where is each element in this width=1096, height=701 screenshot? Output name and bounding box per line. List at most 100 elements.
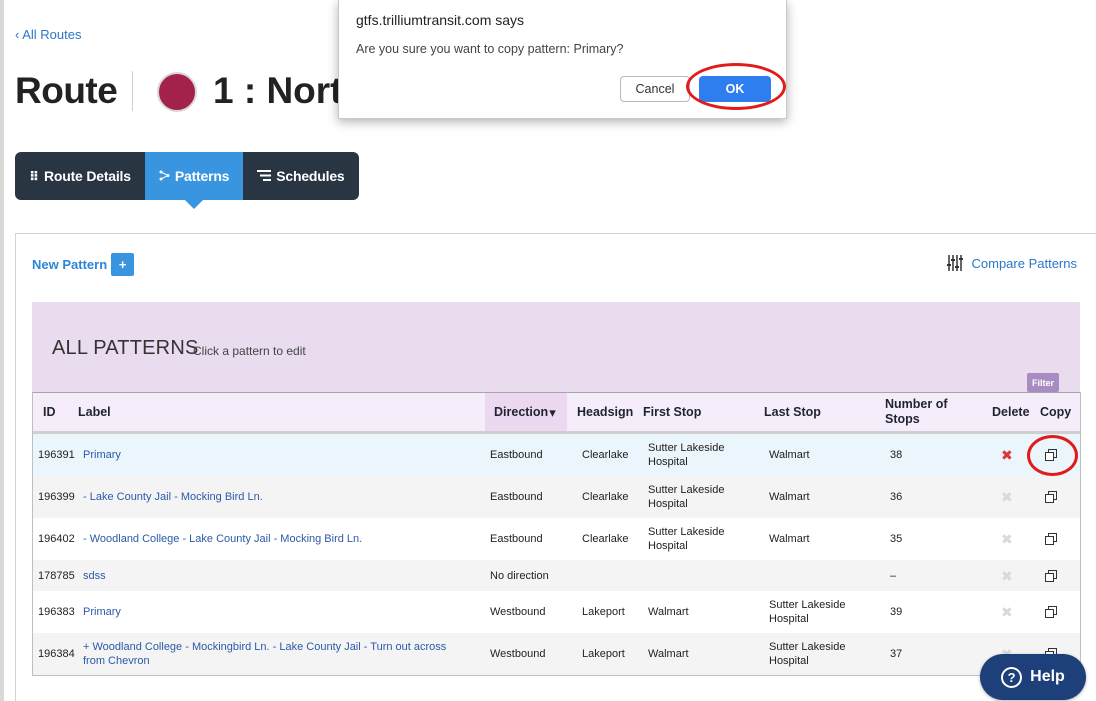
- dialog-title: gtfs.trilliumtransit.com says: [356, 12, 525, 28]
- pattern-first-stop: Sutter Lakeside Hospital: [648, 442, 725, 468]
- copy-button[interactable]: [1045, 591, 1057, 633]
- pattern-stop-count: 37: [890, 648, 903, 660]
- compare-patterns-button[interactable]: Compare Patterns: [946, 254, 1077, 272]
- pattern-last-stop: Walmart: [769, 491, 810, 503]
- copy-button[interactable]: [1045, 518, 1057, 560]
- column-header-last-stop[interactable]: Last Stop: [764, 393, 821, 431]
- pattern-stop-count: 35: [890, 533, 903, 545]
- title-divider: [132, 71, 133, 111]
- pattern-stop-count: 39: [890, 606, 903, 618]
- pattern-label-link[interactable]: Primary: [83, 591, 463, 633]
- all-patterns-subtitle: Click a pattern to edit: [193, 344, 306, 358]
- table-row[interactable]: 196384 + Woodland College - Mockingbird …: [33, 633, 1080, 675]
- cancel-button[interactable]: Cancel: [620, 76, 690, 102]
- schedule-icon: [257, 169, 272, 183]
- route-color-swatch: [157, 72, 197, 112]
- pattern-last-stop: Sutter Lakeside Hospital: [769, 599, 846, 625]
- column-header-headsign[interactable]: Headsign: [577, 393, 633, 431]
- pattern-direction: Eastbound: [490, 449, 543, 461]
- table-row[interactable]: 196402 - Woodland College - Lake County …: [33, 518, 1080, 560]
- new-pattern-button[interactable]: New Pattern +: [32, 253, 135, 276]
- table-row[interactable]: 178785 sdss No direction – ✖: [33, 560, 1080, 591]
- dialog-message: Are you sure you want to copy pattern: P…: [356, 42, 624, 56]
- copy-icon: [1045, 449, 1057, 461]
- pattern-last-stop: [769, 560, 867, 591]
- column-header-label[interactable]: Label: [78, 393, 111, 431]
- help-icon: ?: [1001, 666, 1023, 688]
- delete-button[interactable]: ✖: [1001, 518, 1013, 560]
- filter-button[interactable]: Filter: [1027, 373, 1059, 392]
- pattern-id: 196391: [38, 449, 75, 461]
- pattern-label-link[interactable]: + Woodland College - Mockingbird Ln. - L…: [83, 633, 463, 675]
- tab-label: Patterns: [174, 168, 230, 184]
- tab-patterns[interactable]: Patterns: [144, 152, 244, 209]
- column-header-delete: Delete: [992, 404, 1030, 419]
- pattern-direction: No direction: [490, 569, 549, 582]
- grip-icon: ⠿: [29, 168, 39, 184]
- pattern-last-stop: Sutter Lakeside Hospital: [769, 641, 846, 667]
- copy-icon: [1045, 606, 1057, 618]
- column-header-first-stop[interactable]: First Stop: [643, 393, 701, 431]
- pattern-first-stop: Walmart: [648, 648, 689, 660]
- patterns-panel: New Pattern + Compare Patterns ALL PATTE…: [15, 233, 1096, 701]
- column-header-id[interactable]: ID: [43, 393, 56, 431]
- pattern-headsign: Lakeport: [582, 606, 625, 618]
- copy-button[interactable]: [1045, 434, 1057, 476]
- pattern-direction: Eastbound: [490, 491, 543, 503]
- column-header-number-of-stops[interactable]: Number of Stops: [885, 393, 955, 431]
- pattern-icon: [159, 170, 170, 183]
- tab-schedules[interactable]: Schedules: [243, 152, 358, 200]
- pattern-first-stop: Sutter Lakeside Hospital: [648, 526, 725, 552]
- table-row[interactable]: 196383 Primary Westbound Lakeport Walmar…: [33, 591, 1080, 633]
- copy-button[interactable]: [1045, 476, 1057, 518]
- table-row[interactable]: 196399 - Lake County Jail - Mocking Bird…: [33, 476, 1080, 518]
- pattern-headsign: Clearlake: [582, 533, 629, 545]
- column-header-copy: Copy: [1040, 404, 1072, 419]
- pattern-id: 196399: [38, 491, 75, 503]
- help-button[interactable]: ? Help: [980, 654, 1086, 700]
- pattern-direction: Eastbound: [490, 533, 543, 545]
- pattern-id: 196384: [38, 648, 75, 660]
- delete-x-icon: ✖: [1001, 567, 1013, 584]
- sort-desc-icon: ▾: [549, 404, 556, 420]
- pattern-id: 196402: [38, 533, 75, 545]
- delete-button[interactable]: ✖: [1001, 434, 1013, 476]
- delete-button[interactable]: ✖: [1001, 476, 1013, 518]
- copy-icon: [1045, 569, 1057, 582]
- back-to-routes-link[interactable]: ‹ All Routes: [15, 27, 81, 42]
- patterns-table: ID Label Direction ▾ Headsign First Stop…: [32, 392, 1081, 676]
- delete-x-icon: ✖: [1001, 447, 1013, 463]
- column-header-direction[interactable]: Direction ▾: [485, 393, 567, 431]
- pattern-stop-count: 38: [890, 449, 903, 461]
- tab-label: Route Details: [43, 168, 131, 184]
- delete-button[interactable]: ✖: [1001, 591, 1013, 633]
- delete-button[interactable]: ✖: [1001, 560, 1013, 591]
- table-row[interactable]: 196391 Primary Eastbound Clearlake Sutte…: [33, 434, 1080, 476]
- ok-button[interactable]: OK: [699, 76, 771, 102]
- pattern-label-link[interactable]: - Lake County Jail - Mocking Bird Ln.: [83, 476, 463, 518]
- pattern-label-link[interactable]: sdss: [83, 560, 463, 591]
- window-left-edge: [0, 0, 4, 701]
- plus-icon: +: [111, 253, 135, 276]
- route-tabs: ⠿ Route Details Patterns Schedules: [15, 152, 359, 209]
- tab-label: Schedules: [276, 168, 345, 184]
- pattern-headsign: Clearlake: [582, 491, 629, 503]
- table-header: ID Label Direction ▾ Headsign First Stop…: [33, 393, 1080, 434]
- pattern-first-stop: Sutter Lakeside Hospital: [648, 484, 725, 510]
- page-title: Route: [15, 70, 118, 111]
- delete-x-icon: ✖: [1001, 604, 1013, 620]
- pattern-direction: Westbound: [490, 606, 546, 618]
- copy-icon: [1045, 533, 1057, 545]
- sliders-icon: [946, 255, 963, 271]
- pattern-label-link[interactable]: - Woodland College - Lake County Jail - …: [83, 518, 463, 560]
- all-patterns-title: ALL PATTERNS: [52, 337, 199, 359]
- copy-button[interactable]: [1045, 560, 1057, 591]
- new-pattern-label: New Pattern: [32, 257, 108, 272]
- pattern-last-stop: Walmart: [769, 449, 810, 461]
- delete-x-icon: ✖: [1001, 531, 1013, 547]
- pattern-id: 196383: [38, 606, 75, 618]
- tab-route-details[interactable]: ⠿ Route Details: [15, 152, 145, 200]
- pattern-first-stop: Walmart: [648, 606, 689, 618]
- copy-icon: [1045, 491, 1057, 503]
- pattern-label-link[interactable]: Primary: [83, 434, 463, 476]
